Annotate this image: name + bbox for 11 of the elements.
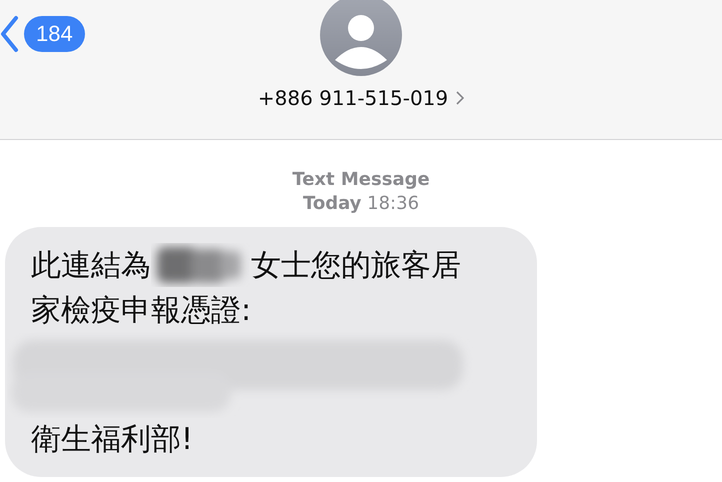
back-chevron-icon xyxy=(0,14,20,54)
message-text: 衛生福利部! xyxy=(31,421,194,459)
message-type-label: Text Message xyxy=(292,168,430,192)
contact-number[interactable]: +886 911-515-019 xyxy=(258,86,464,110)
unread-count-badge: 184 xyxy=(24,16,85,52)
message-text: 女士您的旅客居 xyxy=(251,246,461,284)
message-text: 此連結為 xyxy=(31,246,151,284)
message-timestamp: Today 18:36 xyxy=(302,192,420,216)
chevron-right-icon xyxy=(456,91,464,105)
back-button[interactable]: 184 xyxy=(0,14,85,54)
message-text: 家檢疫申報憑證: xyxy=(31,292,252,330)
